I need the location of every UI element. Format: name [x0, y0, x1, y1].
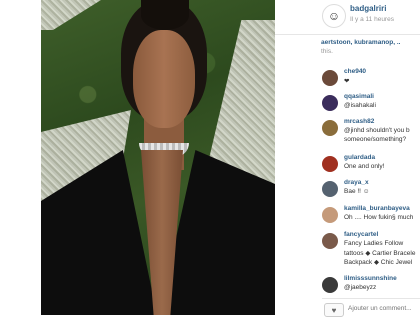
heart-icon: ♥ — [331, 305, 337, 315]
likes-names[interactable]: aertstoon, kubramanop, .. — [321, 38, 420, 47]
likes-suffix: this. — [321, 48, 333, 55]
commenter-avatar[interactable] — [322, 95, 338, 111]
comment-item: kamilla_buranbayeva Oh .... How fukin§ m… — [322, 205, 420, 233]
comment-username[interactable]: che940 — [344, 68, 366, 75]
comment-text: tattoos ◆ Cartier Bracele — [344, 250, 416, 257]
person-bun — [141, 0, 189, 30]
commenter-avatar[interactable] — [322, 277, 338, 293]
comment-input[interactable] — [348, 302, 418, 314]
comment-text: Bae !! ☺ — [344, 188, 370, 195]
commenter-avatar[interactable] — [322, 207, 338, 223]
comment-text: @jaebeyzz — [344, 284, 377, 291]
comment-text: Backpack ◆ Chic Jewel — [344, 259, 413, 266]
comment-text: One and only! — [344, 163, 385, 170]
comment-username[interactable]: gulardada — [344, 154, 375, 161]
likes-line: aertstoon, kubramanop, .. this. — [321, 38, 420, 58]
commenter-avatar[interactable] — [322, 156, 338, 172]
comment-item: qqasimali @isahakali — [322, 93, 420, 121]
commenter-avatar[interactable] — [322, 233, 338, 249]
comment-footer: ♥ — [322, 298, 420, 317]
comment-text: @jinhd shouldn't you b — [344, 127, 410, 134]
comment-item: gulardada One and only! — [322, 154, 420, 182]
comment-item: lilmisssunnshine @jaebeyzz — [322, 275, 420, 295]
comment-username[interactable]: lilmisssunnshine — [344, 275, 397, 282]
comment-username[interactable]: draya_x — [344, 179, 369, 186]
post-header: ☺ badgalriri Il y a 11 heures — [275, 0, 420, 35]
comment-username[interactable]: kamilla_buranbayeva — [344, 205, 410, 212]
post-timestamp: Il y a 11 heures — [350, 16, 394, 23]
commenter-avatar[interactable] — [322, 120, 338, 136]
comment-item: draya_x Bae !! ☺ — [322, 179, 420, 207]
comment-username[interactable]: qqasimali — [344, 93, 374, 100]
comment-item: che940 ❤ — [322, 68, 420, 96]
comment-text: Oh .... How fukin§ much — [344, 214, 414, 221]
post-username[interactable]: badgalriri — [350, 4, 386, 13]
person-face — [133, 30, 195, 128]
commenter-avatar[interactable] — [322, 181, 338, 197]
avatar[interactable]: ☺ — [322, 4, 346, 28]
comment-item: fancycartel Fancy Ladies Follow tattoos … — [322, 231, 420, 271]
commenter-avatar[interactable] — [322, 70, 338, 86]
comment-text: Fancy Ladies Follow — [344, 240, 404, 247]
comment-text: someone/something? — [344, 136, 407, 143]
post-side-panel: ☺ badgalriri Il y a 11 heures aertstoon,… — [275, 0, 420, 317]
post-photo — [41, 0, 275, 315]
comment-username[interactable]: fancycartel — [344, 231, 378, 238]
comment-text: ❤ — [344, 78, 350, 85]
comment-text: @isahakali — [344, 102, 376, 109]
comment-username[interactable]: mrcash82 — [344, 118, 374, 125]
